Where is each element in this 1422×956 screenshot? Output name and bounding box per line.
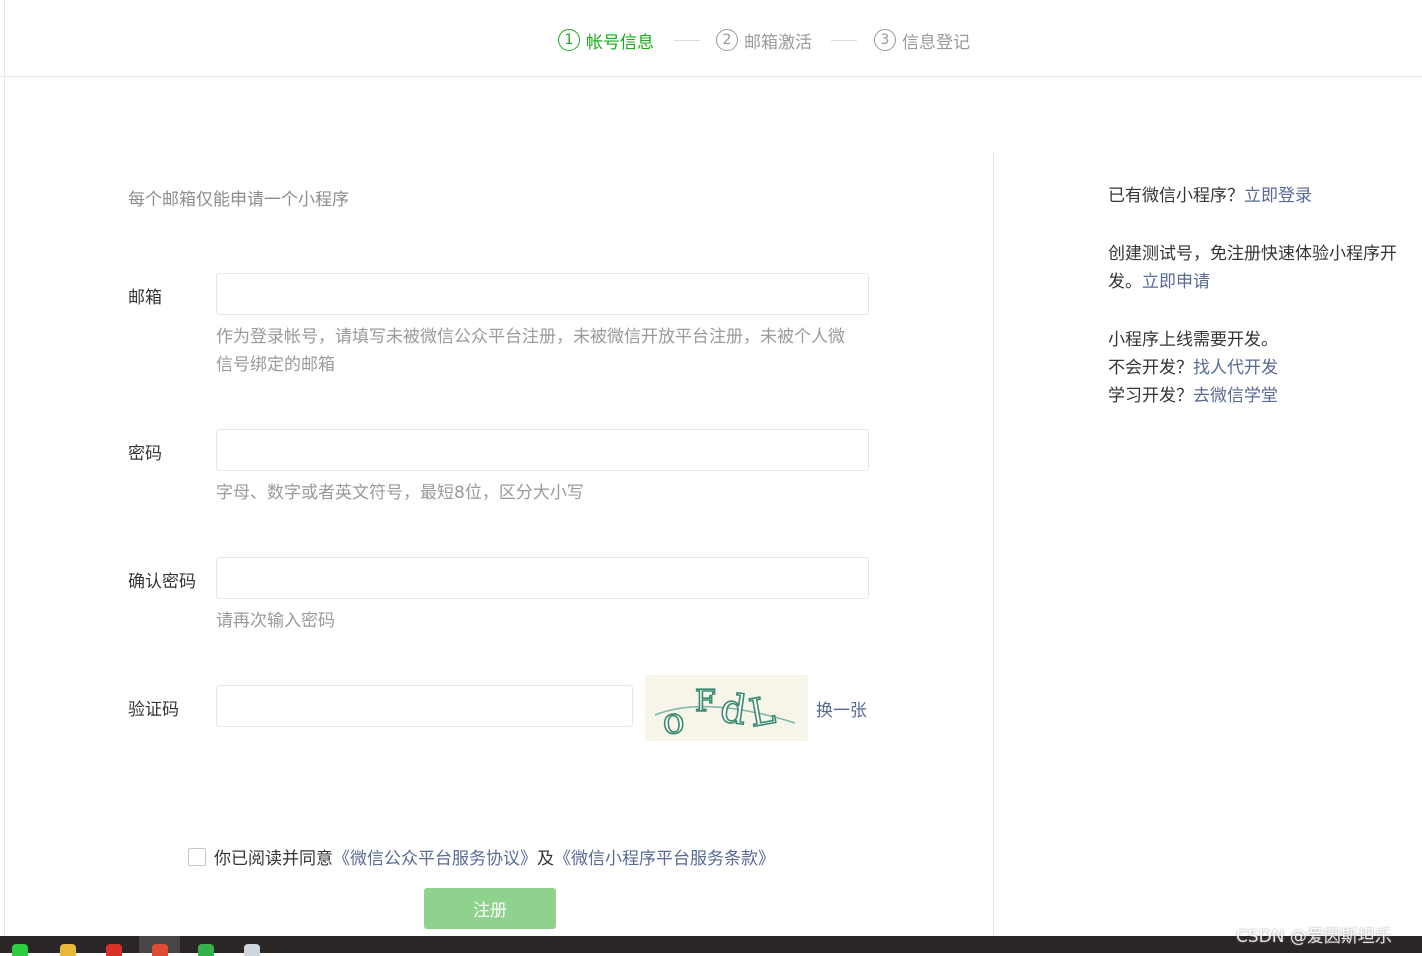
side-develop-info: 小程序上线需要开发。 不会开发？找人代开发 学习开发？去微信学堂 [1108,326,1278,410]
step-label: 帐号信息 [586,32,654,53]
password-field[interactable] [216,429,869,471]
register-button[interactable]: 注册 [424,888,556,929]
step-number: 3 [874,29,896,51]
chrome-taskbar-icon[interactable] [152,944,168,956]
agreement-and: 及 [537,849,554,869]
captcha-refresh-link[interactable]: 换一张 [816,696,867,721]
find-developer-link[interactable]: 找人代开发 [1193,358,1278,378]
step-account-info: 1 帐号信息 [558,27,654,53]
agreement-row: 你已阅读并同意 《微信公众平台服务协议》 及 《微信小程序平台服务条款》 [188,844,775,869]
svg-text:F: F [695,684,716,719]
confirm-password-label: 确认密码 [128,572,196,592]
step-connector [674,40,700,41]
svg-text:o: o [661,700,687,741]
cant-develop-text: 不会开发？ [1108,358,1193,378]
captcha-field[interactable] [216,685,633,727]
svg-text:L: L [746,688,778,736]
side-have-account: 已有微信小程序？立即登录 [1108,182,1312,210]
confirm-password-field[interactable] [216,557,869,599]
captcha-image[interactable]: o F d L [645,675,808,744]
step-email-activation: 2 邮箱激活 [716,27,812,53]
wechat-taskbar-icon[interactable] [12,944,28,956]
email-field[interactable] [216,273,869,315]
miniprogram-terms-link[interactable]: 《微信小程序平台服务条款》 [554,844,775,869]
folder-taskbar-icon[interactable] [60,944,76,956]
confirm-password-hint: 请再次输入密码 [216,611,335,631]
step-number: 1 [558,29,580,51]
password-label: 密码 [128,444,162,464]
have-account-text: 已有微信小程序？ [1108,186,1244,206]
svg-text:d: d [718,685,750,734]
step-connector [831,40,857,41]
step-info-register: 3 信息登记 [874,27,970,53]
page-left-border [4,0,5,936]
agreement-prefix: 你已阅读并同意 [214,849,333,869]
misc-taskbar-icon[interactable] [244,944,260,956]
login-link[interactable]: 立即登录 [1244,186,1312,206]
email-hint-line2: 信号绑定的邮箱 [216,355,335,375]
learn-develop-text: 学习开发？ [1108,386,1193,406]
password-hint: 字母、数字或者英文符号，最短8位，区分大小写 [216,483,584,503]
wechat-academy-link[interactable]: 去微信学堂 [1193,386,1278,406]
online-text: 小程序上线需要开发。 [1108,330,1278,350]
side-test-account: 创建测试号，免注册快速体验小程序开 发。立即申请 [1108,240,1397,296]
step-number: 2 [716,29,738,51]
steps-header: 1 帐号信息 2 邮箱激活 3 信息登记 [0,0,1422,77]
email-hint: 作为登录帐号，请填写未被微信公众平台注册，未被微信开放平台注册，未被个人微 信号… [216,323,872,379]
test-account-text-tail: 发。 [1108,272,1142,292]
vertical-divider [993,152,994,936]
captcha-label: 验证码 [128,700,179,720]
step-label: 信息登记 [902,32,970,53]
apply-test-link[interactable]: 立即申请 [1142,272,1210,292]
app-taskbar-icon[interactable] [106,944,122,956]
test-account-text: 创建测试号，免注册快速体验小程序开 [1108,244,1397,264]
agreement-checkbox[interactable] [188,847,206,866]
csdn-watermark: CSDN @爱因斯坦乐 [1236,927,1392,947]
devtools-taskbar-icon[interactable] [198,944,214,956]
captcha-image-graphic: o F d L [654,683,796,744]
service-agreement-link[interactable]: 《微信公众平台服务协议》 [333,844,537,869]
form-tip: 每个邮箱仅能申请一个小程序 [128,190,349,210]
email-hint-line1: 作为登录帐号，请填写未被微信公众平台注册，未被微信开放平台注册，未被个人微 [216,327,845,347]
email-label: 邮箱 [128,288,162,308]
step-label: 邮箱激活 [744,32,812,53]
